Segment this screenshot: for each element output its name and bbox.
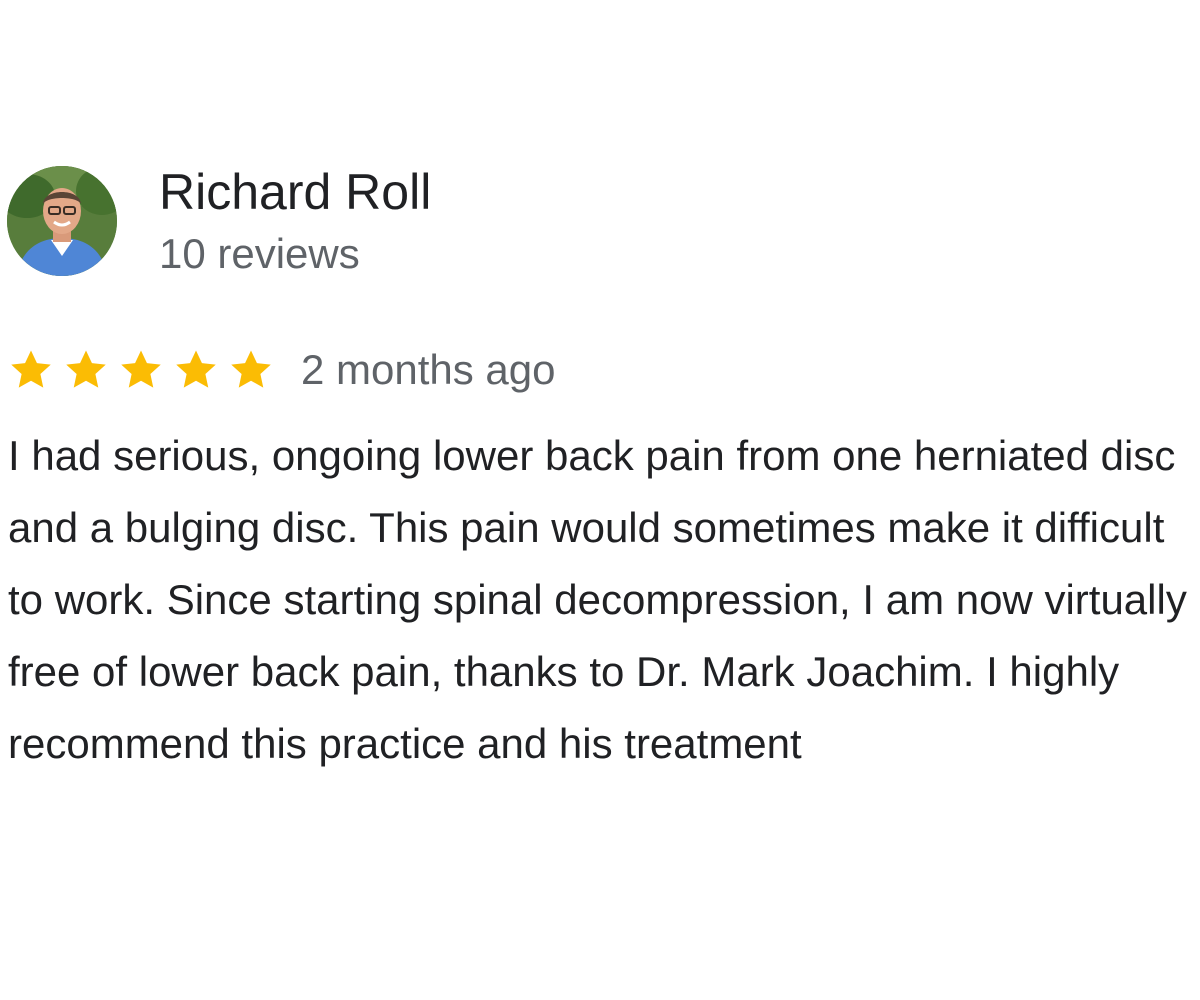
star-icon <box>66 350 106 388</box>
review-card: Richard Roll 10 reviews 2 months ago I h… <box>0 0 1200 1000</box>
star-icon <box>11 350 51 388</box>
reviewer-name[interactable]: Richard Roll <box>159 162 431 222</box>
review-text: I had serious, ongoing lower back pain f… <box>8 432 1187 767</box>
avatar-photo <box>7 166 117 276</box>
review-date: 2 months ago <box>301 346 556 393</box>
rating-row: 2 months ago <box>8 340 556 400</box>
star-rating <box>8 347 274 393</box>
review-count[interactable]: 10 reviews <box>159 228 360 280</box>
star-icon <box>231 350 271 388</box>
star-icon <box>176 350 216 388</box>
star-icon <box>121 350 161 388</box>
avatar[interactable] <box>7 166 117 276</box>
